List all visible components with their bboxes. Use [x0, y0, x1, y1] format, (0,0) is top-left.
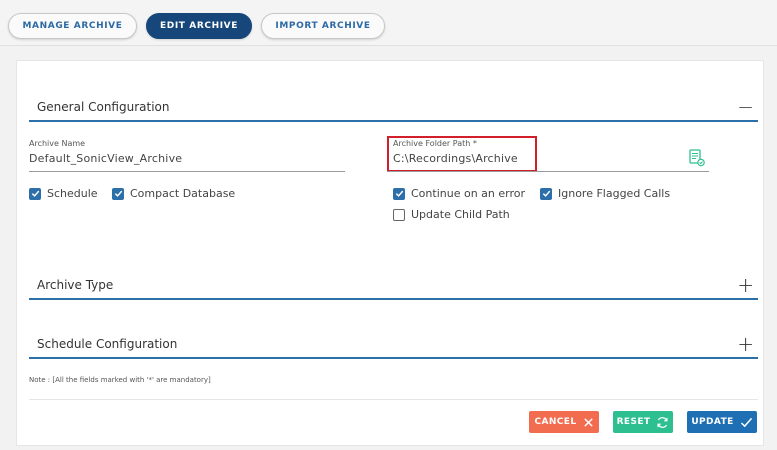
section-schedule-configuration[interactable]: Schedule Configuration + — [29, 329, 758, 359]
checkbox-checked-icon — [540, 187, 552, 200]
close-icon — [583, 417, 593, 427]
compact-database-checkbox[interactable]: Compact Database — [112, 187, 235, 200]
section-title: General Configuration — [37, 100, 170, 114]
expand-icon[interactable]: + — [737, 329, 754, 359]
cancel-button[interactable]: CANCEL — [529, 411, 599, 433]
ignore-flagged-calls-checkbox[interactable]: Ignore Flagged Calls — [540, 187, 670, 200]
archive-name-underline — [29, 171, 345, 172]
update-button[interactable]: UPDATE — [687, 411, 757, 433]
section-title: Schedule Configuration — [37, 337, 178, 351]
tab-bar: MANAGE ARCHIVE EDIT ARCHIVE IMPORT ARCHI… — [0, 0, 777, 46]
section-general-configuration[interactable]: General Configuration − — [29, 92, 758, 122]
update-child-path-checkbox[interactable]: Update Child Path — [393, 208, 510, 221]
archive-name-input[interactable]: Default_SonicView_Archive — [29, 152, 182, 165]
continue-on-error-label: Continue on an error — [411, 187, 525, 200]
footer-divider — [29, 399, 758, 400]
checkmark-icon — [740, 417, 752, 427]
compact-database-label: Compact Database — [130, 187, 236, 200]
schedule-label: Schedule — [47, 187, 98, 200]
refresh-icon — [657, 416, 668, 428]
ignore-flagged-calls-label: Ignore Flagged Calls — [558, 187, 671, 200]
reset-button[interactable]: RESET — [613, 411, 673, 433]
expand-icon[interactable]: + — [737, 270, 754, 300]
schedule-checkbox[interactable]: Schedule — [29, 187, 98, 200]
browse-folder-icon[interactable] — [689, 149, 705, 167]
section-title: Archive Type — [37, 278, 114, 292]
mandatory-note: Note : [All the fields marked with '*' a… — [29, 376, 211, 384]
checkbox-checked-icon — [29, 187, 41, 200]
archive-name-label: Archive Name — [29, 139, 86, 148]
tab-import-archive[interactable]: IMPORT ARCHIVE — [261, 13, 385, 39]
continue-on-error-checkbox[interactable]: Continue on an error — [393, 187, 525, 200]
archive-folder-path-input[interactable]: C:\Recordings\Archive — [393, 152, 518, 165]
collapse-icon[interactable]: − — [737, 92, 754, 122]
checkbox-checked-icon — [112, 187, 124, 200]
archive-folder-path-underline — [387, 171, 709, 172]
reset-label: RESET — [616, 417, 651, 427]
section-archive-type[interactable]: Archive Type + — [29, 270, 758, 300]
cancel-label: CANCEL — [534, 417, 577, 427]
tab-manage-archive[interactable]: MANAGE ARCHIVE — [8, 13, 137, 39]
checkbox-unchecked-icon — [393, 208, 405, 221]
archive-folder-path-label: Archive Folder Path * — [393, 139, 477, 148]
archive-form-card: General Configuration − Archive Name Def… — [16, 60, 764, 446]
update-label: UPDATE — [691, 417, 734, 427]
checkbox-checked-icon — [393, 187, 405, 200]
tab-edit-archive[interactable]: EDIT ARCHIVE — [146, 13, 252, 39]
update-child-path-label: Update Child Path — [411, 208, 510, 221]
